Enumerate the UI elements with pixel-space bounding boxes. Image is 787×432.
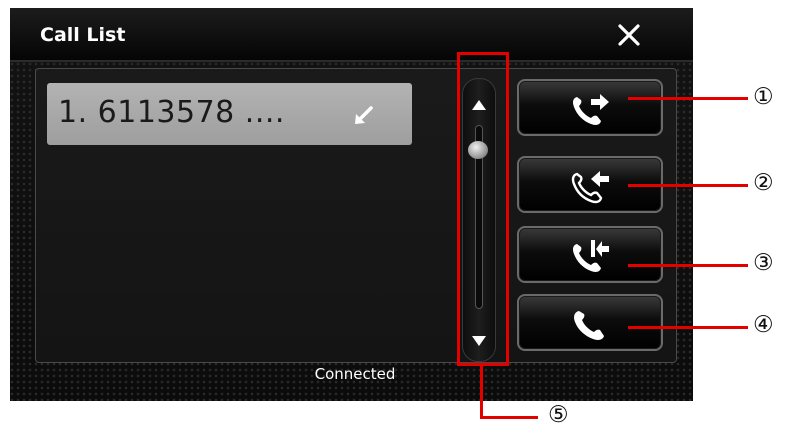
call-list-item[interactable]: 1. 6113578 .... — [47, 83, 412, 145]
callout-4: ④ — [753, 312, 774, 338]
missed-call-arrow-icon — [355, 106, 373, 124]
title-bar: Call List — [10, 8, 693, 62]
callout-5: ⑤ — [548, 402, 569, 428]
outgoing-call-icon — [573, 94, 609, 125]
missed-calls-button[interactable] — [517, 226, 663, 283]
callout-2: ② — [753, 170, 774, 196]
call-list-item-label: 1. 6113578 .... — [58, 95, 285, 130]
scrollbar-highlight-box — [457, 52, 509, 366]
close-button[interactable] — [612, 18, 646, 52]
annotation-line-1 — [628, 97, 748, 100]
annotation-line-2 — [628, 184, 748, 187]
phone-icon — [574, 311, 604, 340]
outgoing-calls-button[interactable] — [517, 79, 663, 136]
callout-3: ③ — [753, 250, 774, 276]
call-list-screen: Call List 1. 6113578 .... Connected — [10, 8, 693, 401]
annotation-line-5-horizontal — [480, 416, 538, 419]
call-button[interactable] — [517, 294, 663, 351]
incoming-call-icon — [571, 171, 609, 204]
annotation-line-4 — [628, 326, 748, 329]
connection-status: Connected — [314, 365, 396, 383]
callout-1: ① — [753, 84, 774, 110]
close-icon — [618, 24, 640, 46]
page-title: Call List — [40, 24, 126, 46]
annotation-line-3 — [628, 264, 748, 267]
missed-call-icon — [573, 240, 609, 272]
annotation-line-5-vertical — [480, 366, 483, 418]
